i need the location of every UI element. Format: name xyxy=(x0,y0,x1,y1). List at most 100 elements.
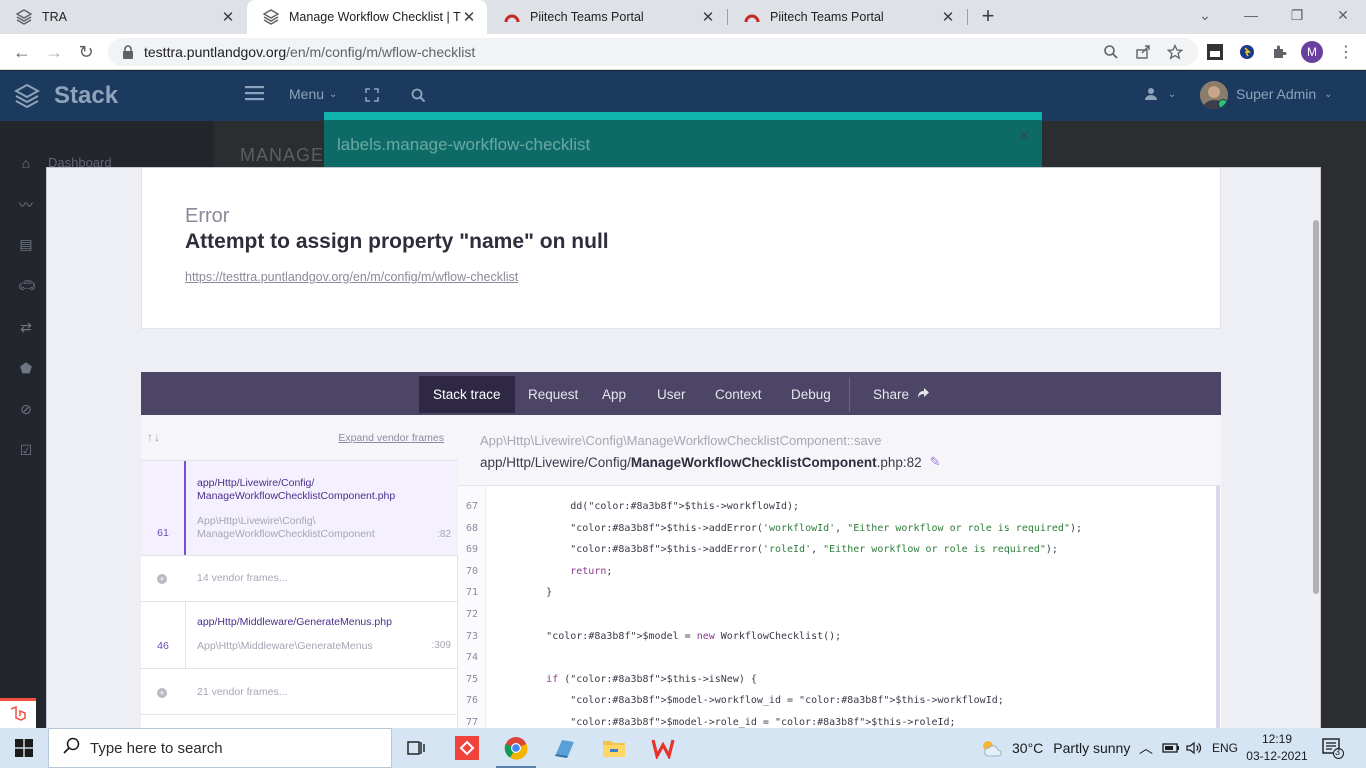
code-line: 67 dd("color:#8a3b8f">$this->workflowId)… xyxy=(458,496,1221,518)
selenium-extension-icon[interactable] xyxy=(1205,42,1225,62)
code-scrollbar[interactable] xyxy=(1216,486,1220,728)
close-window-button[interactable]: ✕ xyxy=(1320,0,1366,30)
battery-icon[interactable] xyxy=(1162,728,1180,768)
shield-extension-icon[interactable] xyxy=(1237,42,1257,62)
hamburger-menu-icon[interactable] xyxy=(245,85,265,101)
home-icon[interactable]: ⌂ xyxy=(18,155,34,171)
app-icon[interactable] xyxy=(551,734,579,762)
browser-tab-tra[interactable]: TRA ✕ xyxy=(0,0,246,34)
user-avatar[interactable] xyxy=(1200,81,1228,109)
frame-line: :309 xyxy=(431,640,451,651)
line-code: } xyxy=(498,587,553,599)
volume-icon[interactable] xyxy=(1186,728,1202,768)
wps-office-icon[interactable] xyxy=(649,734,677,762)
code-header: App\Http\Livewire\Config\ManageWorkflowC… xyxy=(458,415,1221,486)
fullscreen-icon[interactable] xyxy=(365,88,379,102)
share-icon[interactable] xyxy=(1133,42,1153,62)
error-kicker: Error xyxy=(185,205,230,227)
tab-search-chevron-icon[interactable]: ⌄ xyxy=(1182,0,1228,30)
code-line: 74 xyxy=(458,647,1221,669)
line-code: return; xyxy=(570,565,613,577)
tab-user[interactable]: User xyxy=(643,376,700,413)
error-url-link[interactable]: https://testtra.puntlandgov.org/en/m/con… xyxy=(185,270,518,284)
browser-tab-piitech-1[interactable]: Piitech Teams Portal ✕ xyxy=(488,0,726,34)
url-path: /en/m/config/m/wflow-checklist xyxy=(286,44,476,60)
back-arrow-icon[interactable]: ← xyxy=(10,40,34,64)
address-bar[interactable]: testtra.puntlandgov.org/en/m/config/m/wf… xyxy=(108,38,1198,66)
close-icon[interactable]: ✕ xyxy=(1018,127,1030,144)
pencil-edit-icon[interactable]: ✎ xyxy=(930,454,941,470)
show-hidden-icons-chevron-icon[interactable]: ︿ xyxy=(1139,728,1153,768)
new-tab-button[interactable]: + xyxy=(976,5,1000,29)
bookmark-star-icon[interactable] xyxy=(1165,42,1185,62)
system-clock[interactable]: 12:19 03-12-2021 xyxy=(1245,731,1309,765)
line-code: "color:#8a3b8f">$this->addError('workflo… xyxy=(570,522,1083,534)
car-icon[interactable]: 🚗︎ xyxy=(18,277,36,293)
expand-vendor-frames-link[interactable]: Expand vendor frames xyxy=(338,432,444,444)
error-message: Attempt to assign property "name" on nul… xyxy=(185,230,609,253)
frame-file: app/Http/Livewire/Config/ ManageWorkflow… xyxy=(197,477,396,502)
file-explorer-icon[interactable] xyxy=(600,734,628,762)
line-code: "color:#8a3b8f">$model = new WorkflowChe… xyxy=(546,630,842,642)
reload-icon[interactable]: ↻ xyxy=(74,40,98,64)
user-dropdown-icon[interactable]: ⌄ xyxy=(1144,87,1176,101)
frame-class: App\Http\Livewire\Config\ ManageWorkflow… xyxy=(197,515,375,540)
frame-number: 46 xyxy=(157,640,169,652)
close-tab-icon[interactable]: ✕ xyxy=(940,8,956,26)
vendor-frames-toggle[interactable]: + 21 vendor frames... xyxy=(141,669,458,715)
anydesk-icon[interactable] xyxy=(453,734,481,762)
tab-context[interactable]: Context xyxy=(701,376,776,413)
table-icon[interactable]: ▤ xyxy=(18,236,34,252)
code-file-path[interactable]: app/Http/Livewire/Config/ManageWorkflowC… xyxy=(480,454,941,470)
ban-icon[interactable]: ⊘ xyxy=(18,401,34,417)
task-view-icon[interactable] xyxy=(403,734,431,762)
vendor-frames-toggle[interactable]: + 14 vendor frames... xyxy=(141,556,458,602)
profile-avatar[interactable]: M xyxy=(1301,41,1323,63)
tab-request[interactable]: Request xyxy=(514,376,592,413)
stack-frame[interactable]: app/Http/Livewire/Config/ ManageWorkflow… xyxy=(141,461,458,556)
plus-circle-icon: + xyxy=(157,688,167,698)
stack-frame[interactable]: app/Http/Middleware/GenerateMenus.php Ap… xyxy=(141,602,458,669)
minimize-window-button[interactable]: — xyxy=(1228,0,1274,30)
chrome-icon[interactable] xyxy=(496,734,536,768)
browser-tab-piitech-2[interactable]: Piitech Teams Portal ✕ xyxy=(728,0,966,34)
zoom-search-icon[interactable] xyxy=(1101,42,1121,62)
tab-debug[interactable]: Debug xyxy=(777,376,845,413)
windows-taskbar: Type here to search 30°C Partly sunny ︿ … xyxy=(0,728,1366,768)
line-code: "color:#8a3b8f">$model->role_id = "color… xyxy=(570,717,956,728)
windows-start-icon[interactable] xyxy=(0,728,48,768)
extensions-puzzle-icon[interactable] xyxy=(1269,42,1289,62)
menu-dropdown[interactable]: Menu ⌄ xyxy=(289,86,337,102)
close-tab-icon[interactable]: ✕ xyxy=(700,8,716,26)
page-scrollbar-thumb[interactable] xyxy=(1313,220,1319,594)
forward-arrow-icon[interactable]: → xyxy=(42,40,66,64)
user-menu[interactable]: Super Admin ⌄ xyxy=(1236,86,1333,102)
weather-widget[interactable]: 30°C Partly sunny xyxy=(980,728,1130,768)
tags-icon[interactable]: ⬟ xyxy=(18,360,34,376)
chart-line-icon[interactable]: 〰 xyxy=(18,195,34,213)
tab-stack-trace[interactable]: Stack trace xyxy=(419,376,515,413)
close-tab-icon[interactable]: ✕ xyxy=(220,8,236,26)
frame-divider xyxy=(185,602,186,668)
frame-nav-arrows-icon[interactable]: ↑↓ xyxy=(147,430,161,444)
notification-center-icon[interactable]: 3 xyxy=(1322,737,1344,759)
brand[interactable]: Stack xyxy=(14,82,118,110)
search-icon[interactable] xyxy=(411,88,426,103)
file-prefix: app/Http/Livewire/Config/ xyxy=(480,454,631,470)
frames-header: ↑↓ Expand vendor frames xyxy=(141,415,458,461)
close-tab-icon[interactable]: ✕ xyxy=(461,8,477,26)
laravel-logo-icon[interactable] xyxy=(0,698,36,728)
browser-tab-manage-workflow[interactable]: Manage Workflow Checklist | TRA ✕ xyxy=(247,0,487,34)
browser-menu-icon[interactable]: ⋮ xyxy=(1336,42,1356,62)
check-square-icon[interactable]: ☑ xyxy=(18,442,34,458)
line-code: "color:#8a3b8f">$model->workflow_id = "c… xyxy=(570,695,1004,707)
tab-share[interactable]: Share xyxy=(859,376,944,413)
taskbar-search-input[interactable]: Type here to search xyxy=(48,728,392,768)
input-language[interactable]: ENG xyxy=(1212,728,1238,768)
exchange-icon[interactable]: ⇄ xyxy=(18,319,34,335)
line-number: 72 xyxy=(465,609,479,620)
line-code: "color:#8a3b8f">$this->addError('roleId'… xyxy=(570,544,1058,556)
restore-window-button[interactable]: ❐ xyxy=(1274,0,1320,30)
tab-app[interactable]: App xyxy=(588,376,640,413)
line-code: dd("color:#8a3b8f">$this->workflowId); xyxy=(498,501,800,512)
